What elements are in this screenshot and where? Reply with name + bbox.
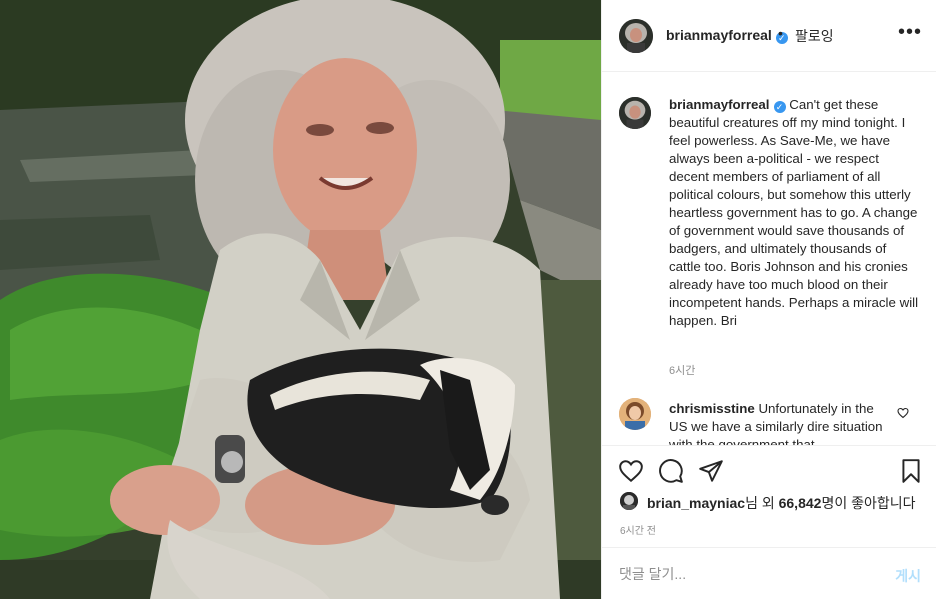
- caption-author-avatar[interactable]: [619, 97, 651, 129]
- author-avatar[interactable]: [619, 19, 653, 53]
- caption-username[interactable]: brianmayforreal: [669, 97, 770, 112]
- author-username-text: brianmayforreal: [666, 27, 772, 43]
- likes-middle: 님 외: [745, 495, 779, 511]
- post-header: brianmayforreal ✓ • 팔로잉 •••: [602, 0, 936, 72]
- caption-text: Can't get these beautiful creatures off …: [669, 97, 919, 328]
- comment-username[interactable]: chrismisstine: [669, 401, 755, 416]
- likes-count[interactable]: 66,842: [779, 495, 822, 511]
- comment-item: chrismisstine Unfortunately in the US we…: [669, 400, 884, 445]
- likes-suffix: 명이 좋아합니다: [821, 495, 916, 511]
- verified-badge-icon: ✓: [773, 101, 786, 113]
- author-username[interactable]: brianmayforreal ✓: [666, 27, 788, 44]
- likes-text: brian_mayniac님 외 66,842명이 좋아합니다: [647, 493, 916, 513]
- comment-icon[interactable]: [658, 458, 684, 484]
- more-options-icon[interactable]: •••: [898, 21, 922, 44]
- post-side-panel: brianmayforreal ✓ • 팔로잉 ••• brianmayforre…: [601, 0, 936, 599]
- post-photo[interactable]: [0, 0, 601, 599]
- post-caption: brianmayforreal ✓ Can't get these beautif…: [669, 96, 919, 330]
- heart-icon[interactable]: [618, 458, 644, 484]
- post-photo-illustration: [0, 0, 601, 599]
- caption-timestamp[interactable]: 6시간: [669, 362, 695, 378]
- share-icon[interactable]: [698, 458, 724, 484]
- comments-area[interactable]: brianmayforreal ✓ Can't get these beautif…: [602, 72, 936, 445]
- liker-avatar[interactable]: [620, 492, 638, 510]
- commenter-avatar[interactable]: [619, 398, 651, 430]
- header-separator: •: [778, 25, 783, 41]
- post-timestamp[interactable]: 6시간 전: [620, 522, 656, 537]
- add-comment-bar: 게시: [602, 547, 936, 599]
- likes-summary: brian_mayniac님 외 66,842명이 좋아합니다: [620, 490, 930, 512]
- liker-username[interactable]: brian_mayniac: [647, 495, 745, 511]
- comment-like-heart-icon[interactable]: [897, 406, 909, 424]
- bookmark-icon[interactable]: [898, 458, 924, 484]
- post-comment-button[interactable]: 게시: [895, 566, 921, 586]
- comment-input[interactable]: [619, 562, 879, 586]
- following-button[interactable]: 팔로잉: [795, 26, 834, 46]
